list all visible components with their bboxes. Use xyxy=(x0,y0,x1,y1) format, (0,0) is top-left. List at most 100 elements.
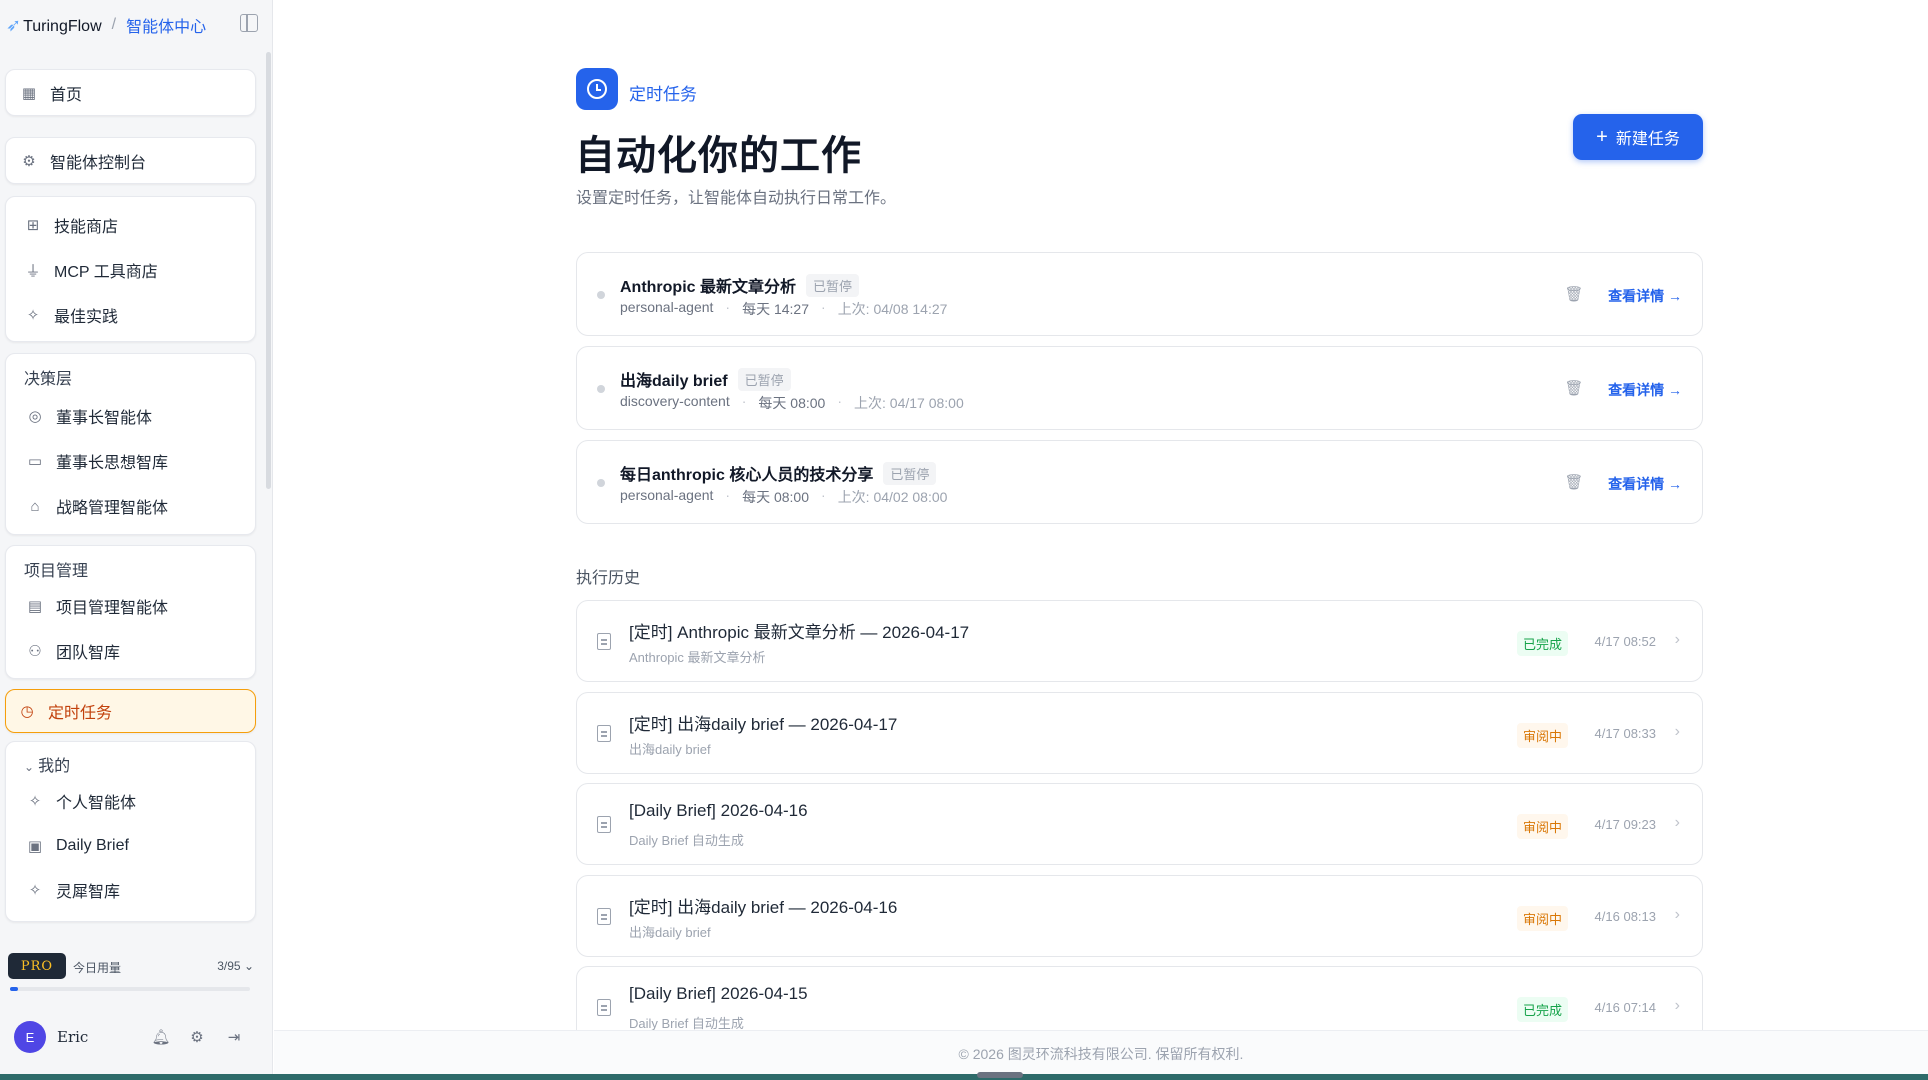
section-title-project: 项目管理 xyxy=(24,563,89,580)
new-task-label: 新建任务 xyxy=(1615,131,1680,148)
history-row[interactable]: [定时] 出海daily brief — 2026-04-17 出海daily … xyxy=(576,692,1703,774)
usage-label: 今日用量 xyxy=(73,961,122,975)
view-details-link[interactable]: 查看详情 → xyxy=(1608,286,1682,306)
user-row: E Eric 🔔︎ ⚙ ⇥ xyxy=(14,1021,254,1053)
copyright: © 2026 图灵环流科技有限公司. 保留所有权利. xyxy=(958,1046,1244,1062)
user-name: Eric xyxy=(57,1028,89,1046)
history-row[interactable]: [定时] Anthropic 最新文章分析 — 2026-04-17 Anthr… xyxy=(576,600,1703,682)
sidebar-item-daily-brief[interactable]: ▣ Daily Brief xyxy=(26,834,129,858)
history-title-text: [定时] 出海daily brief — 2026-04-17 xyxy=(629,715,898,734)
project-card: 项目管理 ▤ 项目管理智能体 ⚇ 团队智库 xyxy=(5,545,256,679)
section-title-mine: 我的 xyxy=(38,758,71,775)
sidebar-item-label: 定时任务 xyxy=(48,705,113,722)
task-meta: discovery-content · 每天 08:00 · 上次: 04/17 08:… xyxy=(620,393,964,413)
task-meta: personal-agent · 每天 14:27 · 上次: 04/08 14:27 xyxy=(620,299,947,319)
task-card[interactable]: 每日anthropic 核心人员的技术分享 已暂停 personal-agent ·… xyxy=(576,440,1703,524)
bell-icon[interactable]: 🔔︎ xyxy=(151,1028,170,1046)
section-toggle-mine[interactable]: ⌄ 我的 xyxy=(24,752,70,776)
sidebar-item-label: 技能商店 xyxy=(54,219,119,236)
page-title: 自动化你的工作 xyxy=(575,134,862,178)
task-card[interactable]: Anthropic 最新文章分析 已暂停 personal-agent · 每天 14… xyxy=(576,252,1703,336)
task-name-text: 每日anthropic 核心人员的技术分享 xyxy=(620,467,874,484)
chevron-right-icon: › xyxy=(1674,906,1680,923)
scroll-handle[interactable] xyxy=(977,1072,1023,1078)
document-icon xyxy=(597,816,611,833)
logo-text: TuringFlow xyxy=(23,17,102,35)
chevron-right-icon: › xyxy=(1674,723,1680,740)
clipboard-icon: ▤ xyxy=(27,598,43,615)
history-subtitle: 出海daily brief xyxy=(629,742,711,757)
history-row[interactable]: [定时] 出海daily brief — 2026-04-16 出海daily … xyxy=(576,875,1703,957)
window-bottom-strip xyxy=(0,1074,1928,1080)
sidebar-item-mcp-store[interactable]: ⏚ MCP 工具商店 xyxy=(24,258,157,282)
history-time: 4/16 08:13 xyxy=(1594,909,1656,924)
sidebar-item-skill-store[interactable]: ⊞ 技能商店 xyxy=(24,213,118,237)
breadcrumb-section[interactable]: 智能体中心 xyxy=(126,13,206,37)
status-badge: 已暂停 xyxy=(737,368,791,391)
gear-icon: ⚙ xyxy=(22,153,36,170)
chevron-right-icon: › xyxy=(1674,814,1680,831)
task-last-run: 上次: 04/08 14:27 xyxy=(837,301,948,317)
gear-icon[interactable]: ⚙ xyxy=(188,1028,206,1046)
sidebar-item-label: 董事长智能体 xyxy=(56,410,153,427)
new-task-button[interactable]: + 新建任务 xyxy=(1573,114,1703,160)
task-name-text: 出海daily brief xyxy=(620,373,728,390)
page-kicker: 定时任务 xyxy=(629,85,697,104)
sparkle-icon: ✧ xyxy=(26,307,40,324)
logout-icon[interactable]: ⇥ xyxy=(225,1028,243,1046)
section-title-decision: 决策层 xyxy=(24,371,73,388)
breadcrumb-separator: / xyxy=(111,16,117,33)
avatar[interactable]: E xyxy=(14,1021,46,1053)
sidebar-item-project-agent[interactable]: ▤ 项目管理智能体 xyxy=(26,594,168,618)
bird-icon: ➶ xyxy=(6,14,22,35)
task-agent: personal-agent xyxy=(620,299,714,315)
history-row[interactable]: [Daily Brief] 2026-04-16 Daily Brief 自动生… xyxy=(576,783,1703,865)
task-schedule: 每天 08:00 xyxy=(742,489,810,505)
sidebar-item-chairman-agent[interactable]: ◎ 董事长智能体 xyxy=(26,404,152,428)
newspaper-icon: ▣ xyxy=(27,838,43,855)
usage-progress-bar xyxy=(10,987,250,991)
trash-icon[interactable]: 🗑︎ xyxy=(1564,473,1583,491)
users-icon: ⚇ xyxy=(28,643,42,660)
document-icon xyxy=(597,908,611,925)
sidebar-item-chairman-library[interactable]: ▭ 董事长思想智库 xyxy=(26,449,168,473)
sidebar: ➶ TuringFlow / 智能体中心 ▦ 首页 ⚙ 智能体控制台 ⊞ 技能商店… xyxy=(0,0,273,1074)
sidebar-scrollbar[interactable] xyxy=(266,52,271,489)
history-title-text: [定时] 出海daily brief — 2026-04-16 xyxy=(629,898,898,917)
meta-separator: · xyxy=(725,299,731,315)
chevron-down-icon: ⌄ xyxy=(243,959,254,973)
view-details-link[interactable]: 查看详情 → xyxy=(1608,474,1682,494)
home-card: ▦ 首页 xyxy=(5,69,256,116)
sidebar-item-scheduled-tasks[interactable]: ◷ 定时任务 xyxy=(5,689,256,733)
usage-panel[interactable]: PRO 今日用量 3/95 ⌄ xyxy=(8,953,258,993)
task-card[interactable]: 出海daily brief 已暂停 discovery-content · 每天 08… xyxy=(576,346,1703,430)
sidebar-item-console[interactable]: ⚙ 智能体控制台 xyxy=(20,149,146,173)
footer: © 2026 图灵环流科技有限公司. 保留所有权利. xyxy=(274,1030,1928,1074)
sidebar-item-team-library[interactable]: ⚇ 团队智库 xyxy=(26,639,120,663)
trash-icon[interactable]: 🗑︎ xyxy=(1564,379,1583,397)
history-title: 执行历史 xyxy=(576,570,641,587)
page-subtitle: 设置定时任务，让智能体自动执行日常工作。 xyxy=(576,190,897,207)
status-badge: 审阅中 xyxy=(1516,906,1568,931)
plus-icon: + xyxy=(1596,126,1608,148)
collapse-sidebar-icon[interactable] xyxy=(240,14,258,32)
grid-icon: ▦ xyxy=(21,85,37,102)
sidebar-item-home[interactable]: ▦ 首页 xyxy=(20,81,82,105)
sparkle-icon: ✧ xyxy=(28,882,42,899)
trash-icon[interactable]: 🗑︎ xyxy=(1564,285,1583,303)
clock-icon xyxy=(587,79,607,99)
turingflow-logo[interactable]: ➶ TuringFlow xyxy=(6,15,102,36)
history-time: 4/17 08:33 xyxy=(1594,726,1656,741)
document-icon xyxy=(597,633,611,650)
sidebar-item-strategy-agent[interactable]: ⌂ 战略管理智能体 xyxy=(26,494,168,518)
sidebar-item-personal-agent[interactable]: ✧ 个人智能体 xyxy=(26,789,136,813)
view-details-link[interactable]: 查看详情 → xyxy=(1608,380,1682,400)
store-card: ⊞ 技能商店 ⏚ MCP 工具商店 ✧ 最佳实践 xyxy=(5,196,256,342)
task-name: 每日anthropic 核心人员的技术分享 已暂停 xyxy=(620,461,937,485)
meta-separator: · xyxy=(821,299,826,315)
sidebar-item-best-practice[interactable]: ✧ 最佳实践 xyxy=(24,303,118,327)
sidebar-item-lingxi-library[interactable]: ✧ 灵犀智库 xyxy=(26,878,120,902)
sidebar-item-label: 战略管理智能体 xyxy=(56,500,169,517)
pro-badge: PRO xyxy=(8,953,66,979)
history-time: 4/17 08:52 xyxy=(1594,634,1656,649)
